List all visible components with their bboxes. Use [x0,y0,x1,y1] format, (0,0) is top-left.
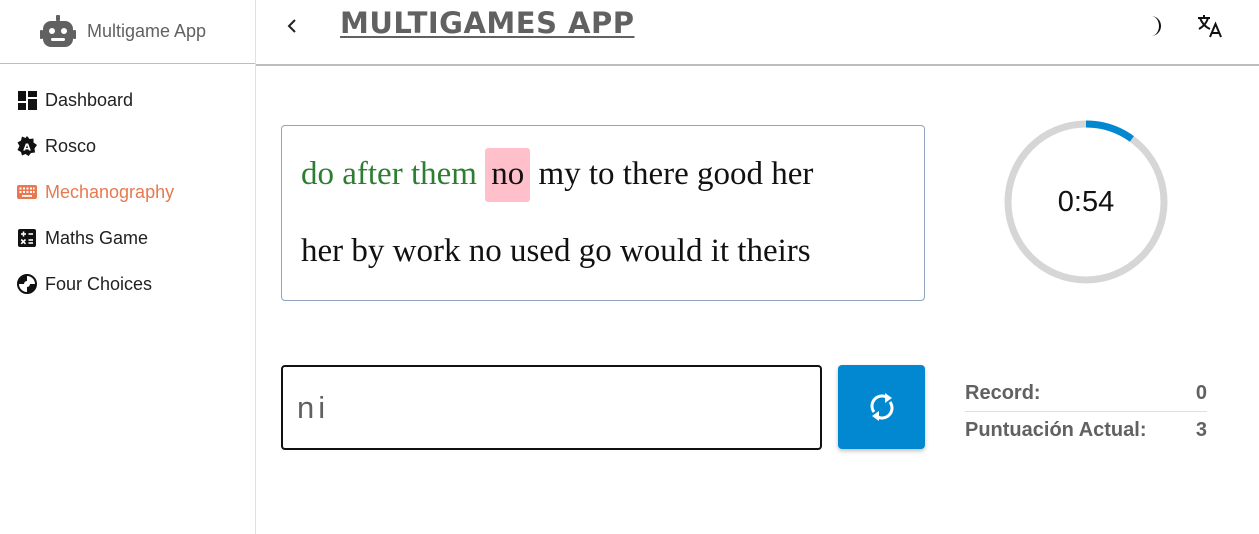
theme-toggle-button[interactable] [1138,10,1170,42]
word-input[interactable] [281,365,822,450]
sidebar-item-maths-game[interactable]: Maths Game [0,215,255,261]
record-label: Record: [965,382,1041,404]
sidebar-item-label: Rosco [45,135,97,156]
sidebar: Multigame App Dashboard A Rosco Mechanog… [0,0,256,534]
sidebar-item-label: Mechanography [45,181,175,202]
current-score-label: Puntuación Actual: [965,418,1147,441]
restart-button[interactable] [838,365,925,449]
sidebar-nav: Dashboard A Rosco Mechanography Maths Ga… [0,64,255,307]
svg-text:A: A [23,143,31,154]
sidebar-item-label: Maths Game [45,227,149,248]
record-row: Record: 0 [965,376,1207,412]
timer-value: 0:54 [1057,185,1115,218]
top-app-bar: MULTIGAMES APP [256,0,1259,66]
words-line-1: do after them no my to there good her [301,136,906,213]
score-panel: Record: 0 Puntuación Actual: 3 [965,376,1207,448]
record-value: 0 [1195,382,1207,404]
sidebar-item-rosco[interactable]: A Rosco [0,123,255,169]
sidebar-item-dashboard[interactable]: Dashboard [0,77,255,123]
sidebar-item-mechanography[interactable]: Mechanography [0,169,255,215]
page-title: MULTIGAMES APP [340,6,635,40]
current-word: no [485,148,531,202]
words-line-2: her by work no used go would it theirs [301,233,811,269]
words-panel: do after them no my to there good her he… [281,125,925,301]
robot-icon [40,14,76,50]
alphabet-badge-icon: A [17,136,37,156]
pending-words: my to there good her [538,156,814,192]
sidebar-item-label: Dashboard [45,89,134,110]
back-button[interactable] [278,12,306,40]
quiz-icon [17,274,37,294]
translate-icon [1198,15,1222,38]
calculator-icon [17,228,37,248]
countdown-timer: 0:54 [1002,118,1170,286]
dashboard-icon [17,90,37,110]
brand-title: Multigame App [87,21,207,41]
refresh-icon [870,393,893,421]
current-score-row: Puntuación Actual: 3 [965,412,1207,448]
language-button[interactable] [1194,10,1226,42]
sidebar-item-label: Four Choices [45,273,153,294]
moon-icon [1151,16,1161,36]
sidebar-item-four-choices[interactable]: Four Choices [0,261,255,307]
current-score-value: 3 [1195,418,1207,441]
brand: Multigame App [0,0,255,64]
keyboard-icon [17,182,37,202]
typed-words: do after them [301,156,477,192]
chevron-left-icon [287,19,296,33]
